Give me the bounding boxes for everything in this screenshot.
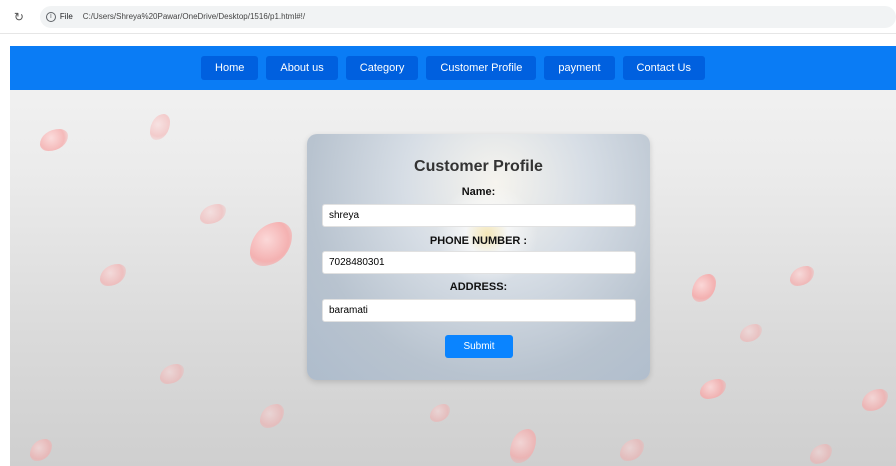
file-label: File xyxy=(59,12,73,21)
info-icon[interactable]: i xyxy=(45,11,56,22)
petal-decoration xyxy=(40,129,68,151)
reload-icon[interactable]: ↻ xyxy=(12,10,26,24)
address-input[interactable] xyxy=(322,299,636,322)
phone-label: PHONE NUMBER : xyxy=(429,235,528,247)
nav-about-button[interactable]: About us xyxy=(266,56,338,80)
url-bar[interactable]: i File C:/Users/Shreya%20Pawar/OneDrive/… xyxy=(39,5,896,28)
petal-decoration xyxy=(790,266,814,286)
name-label: Name: xyxy=(461,186,496,198)
petal-decoration xyxy=(740,324,762,342)
nav-category-button[interactable]: Category xyxy=(345,56,419,80)
petal-decoration xyxy=(700,379,726,399)
petal-decoration xyxy=(160,364,184,384)
page-content: Home About us Category Customer Profile … xyxy=(10,34,896,466)
petal-decoration xyxy=(510,429,536,463)
petal-decoration xyxy=(30,439,52,461)
petal-decoration xyxy=(692,274,716,302)
page-top-strip xyxy=(10,34,896,46)
address-label: ADDRESS: xyxy=(449,281,508,293)
nav-customer-profile-button[interactable]: Customer Profile xyxy=(426,56,537,80)
customer-profile-card: Customer Profile Name: PHONE NUMBER : AD… xyxy=(307,134,650,380)
petal-decoration xyxy=(260,404,284,428)
main-nav: Home About us Category Customer Profile … xyxy=(10,46,896,90)
card-title: Customer Profile xyxy=(414,158,543,175)
petal-decoration xyxy=(100,264,126,286)
nav-payment-button[interactable]: payment xyxy=(544,56,615,80)
browser-address-bar: ↻ i File C:/Users/Shreya%20Pawar/OneDriv… xyxy=(0,0,896,34)
petal-decoration xyxy=(430,404,450,422)
nav-contact-button[interactable]: Contact Us xyxy=(622,56,705,80)
submit-button[interactable]: Submit xyxy=(445,335,513,358)
petal-decoration xyxy=(620,439,644,461)
petal-decoration xyxy=(200,204,226,224)
petal-decoration xyxy=(250,222,292,266)
phone-input[interactable] xyxy=(322,251,636,274)
petal-decoration xyxy=(862,389,888,411)
petal-decoration xyxy=(150,114,170,140)
name-input[interactable] xyxy=(322,204,636,227)
url-text[interactable]: C:/Users/Shreya%20Pawar/OneDrive/Desktop… xyxy=(83,12,305,21)
nav-home-button[interactable]: Home xyxy=(201,56,259,80)
petal-decoration xyxy=(810,444,832,464)
